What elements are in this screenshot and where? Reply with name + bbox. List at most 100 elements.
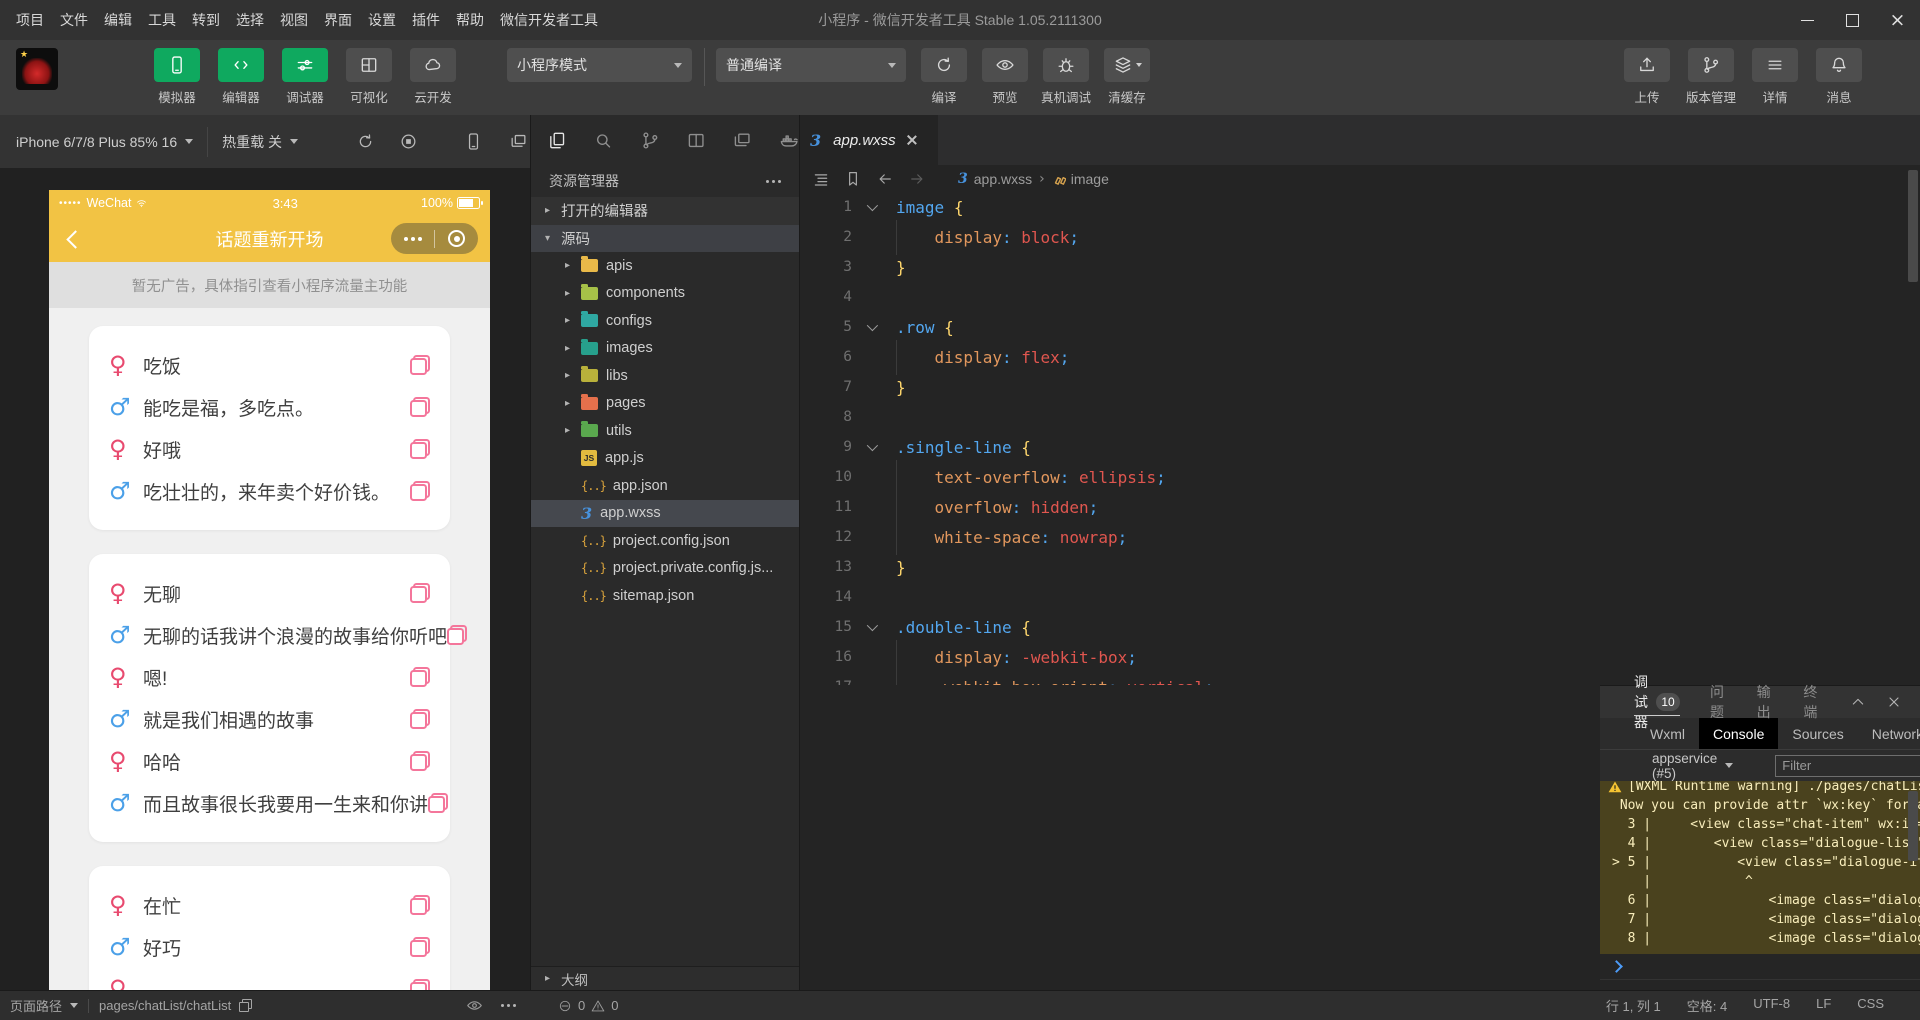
toolbar-button-phone[interactable]: 模拟器 bbox=[151, 40, 203, 106]
copy-icon[interactable] bbox=[447, 625, 468, 645]
tree-item-pages[interactable]: ▸ pages bbox=[531, 390, 799, 418]
menu-item[interactable]: 选择 bbox=[228, 0, 272, 40]
copy-icon[interactable] bbox=[410, 709, 430, 729]
menu-item[interactable]: 界面 bbox=[316, 0, 360, 40]
fold-chevron-icon[interactable] bbox=[852, 319, 890, 332]
tree-item-libs[interactable]: ▸ libs bbox=[531, 362, 799, 390]
tree-item-apis[interactable]: ▸ apis bbox=[531, 252, 799, 280]
encoding[interactable]: UTF-8 bbox=[1753, 996, 1790, 1015]
toolbar-button-lines[interactable]: 详情 bbox=[1749, 40, 1801, 106]
eye-icon[interactable] bbox=[466, 997, 483, 1014]
context-select[interactable]: appservice (#5) bbox=[1652, 751, 1734, 781]
menu-item[interactable]: 文件 bbox=[52, 0, 96, 40]
copy-icon[interactable] bbox=[410, 937, 430, 957]
open-editors-section[interactable]: ▸ 打开的编辑器 bbox=[531, 197, 799, 225]
refresh-icon[interactable] bbox=[356, 132, 375, 151]
editor-scrollbar[interactable] bbox=[1908, 170, 1918, 282]
close-tab-icon[interactable] bbox=[906, 134, 918, 146]
cursor-position[interactable]: 行 1, 列 1 bbox=[1606, 996, 1661, 1015]
menu-item[interactable]: 微信开发者工具 bbox=[492, 0, 606, 40]
menu-item[interactable]: 编辑 bbox=[96, 0, 140, 40]
tree-item-project.config.json[interactable]: {..} project.config.json bbox=[531, 527, 799, 555]
more-icon[interactable] bbox=[501, 1004, 516, 1007]
hot-reload-toggle[interactable]: 热重载 关 bbox=[222, 132, 299, 152]
status-problems[interactable]: 0 0 bbox=[530, 998, 800, 1013]
copy-icon[interactable] bbox=[428, 793, 449, 813]
collapse-panel-icon[interactable] bbox=[1850, 694, 1866, 710]
indent-setting[interactable]: 空格: 4 bbox=[1687, 996, 1727, 1015]
split-editor-icon[interactable] bbox=[686, 130, 706, 151]
devtools-tab-console[interactable]: Console bbox=[1699, 718, 1779, 749]
breadcrumb-symbol[interactable]: image bbox=[1071, 171, 1109, 187]
filter-input[interactable] bbox=[1775, 754, 1920, 777]
toolbar-button-eye[interactable]: 预览 bbox=[979, 40, 1031, 106]
device-select[interactable]: iPhone 6/7/8 Plus 85% 16 bbox=[0, 134, 194, 150]
fold-chevron-icon[interactable] bbox=[852, 439, 890, 452]
page-path-value[interactable]: pages/chatList/chatList bbox=[99, 998, 231, 1013]
menu-item[interactable]: 转到 bbox=[184, 0, 228, 40]
panel-tab-输出[interactable]: 输出 bbox=[1757, 684, 1774, 720]
nav-forward-icon[interactable] bbox=[908, 170, 926, 188]
panel-tab-问题[interactable]: 问题 bbox=[1710, 684, 1727, 720]
tree-item-images[interactable]: ▸ images bbox=[531, 335, 799, 363]
mode-select[interactable]: 小程序模式 bbox=[507, 48, 692, 82]
menu-item[interactable]: 设置 bbox=[360, 0, 404, 40]
tree-item-app.json[interactable]: {..} app.json bbox=[531, 472, 799, 500]
tab-app-wxss[interactable]: 3 app.wxss bbox=[800, 115, 938, 165]
copy-icon[interactable] bbox=[410, 439, 430, 459]
menu-item[interactable]: 视图 bbox=[272, 0, 316, 40]
toolbar-button-grid[interactable]: 可视化 bbox=[343, 40, 395, 106]
menu-item[interactable]: 帮助 bbox=[448, 0, 492, 40]
tree-item-app.js[interactable]: JS app.js bbox=[531, 445, 799, 473]
toolbar-button-cloud[interactable]: 云开发 bbox=[407, 40, 459, 106]
toolbar-button-layers[interactable]: 清缓存 bbox=[1101, 40, 1153, 106]
search-icon[interactable] bbox=[593, 130, 613, 151]
language-mode[interactable]: CSS bbox=[1857, 996, 1884, 1015]
fold-chevron-icon[interactable] bbox=[852, 619, 890, 632]
code-editor[interactable]: 1 image {2 display: block; 3} 4 5 .row {6 dis… bbox=[800, 192, 1906, 685]
compile-mode-select[interactable]: 普通编译 bbox=[716, 48, 906, 82]
console-output[interactable]: [WXML Runtime warning] ./pages/chatList/… bbox=[1600, 781, 1920, 990]
console-prompt[interactable] bbox=[1600, 954, 1920, 980]
tree-item-configs[interactable]: ▸ configs bbox=[531, 307, 799, 335]
toolbar-button-branch[interactable]: 版本管理 bbox=[1685, 40, 1737, 106]
close-button[interactable]: × bbox=[1875, 0, 1920, 40]
copy-icon[interactable] bbox=[410, 355, 430, 375]
breadcrumb-file[interactable]: app.wxss bbox=[974, 171, 1032, 187]
panel-tab-调试器[interactable]: 调试器 10 bbox=[1634, 674, 1680, 730]
toolbar-button-upload[interactable]: 上传 bbox=[1621, 40, 1673, 106]
menu-item[interactable]: 项目 bbox=[8, 0, 52, 40]
devtools-tab-network[interactable]: Network bbox=[1858, 718, 1920, 749]
maximize-button[interactable] bbox=[1830, 0, 1875, 40]
bookmark-icon[interactable] bbox=[844, 170, 862, 188]
toolbar-button-bug[interactable]: 真机调试 bbox=[1040, 40, 1092, 106]
toolbar-button-code[interactable]: 编辑器 bbox=[215, 40, 267, 106]
files-icon[interactable] bbox=[547, 130, 567, 151]
tree-item-sitemap.json[interactable]: {..} sitemap.json bbox=[531, 582, 799, 610]
tree-item-project.private.config.js...[interactable]: {..} project.private.config.js... bbox=[531, 555, 799, 583]
nav-back-icon[interactable] bbox=[876, 170, 894, 188]
eol-setting[interactable]: LF bbox=[1816, 996, 1831, 1015]
tree-item-app.wxss[interactable]: 3 app.wxss bbox=[531, 499, 799, 527]
panel-tab-终端[interactable]: 终端 bbox=[1803, 684, 1820, 720]
menu-item[interactable]: 插件 bbox=[404, 0, 448, 40]
fold-chevron-icon[interactable] bbox=[852, 199, 890, 212]
more-icon[interactable] bbox=[391, 236, 434, 241]
more-actions-icon[interactable] bbox=[766, 179, 781, 183]
menu-item[interactable]: 工具 bbox=[140, 0, 184, 40]
toolbar-button-sliders[interactable]: 调试器 bbox=[279, 40, 331, 106]
stop-icon[interactable] bbox=[399, 132, 418, 151]
git-branch-icon[interactable] bbox=[640, 130, 660, 151]
copy-icon[interactable] bbox=[410, 667, 430, 687]
console-scrollbar[interactable] bbox=[1908, 791, 1918, 861]
tree-item-components[interactable]: ▸ components bbox=[531, 280, 799, 308]
page-path-select[interactable]: 页面路径 bbox=[10, 996, 79, 1015]
copy-path-icon[interactable] bbox=[239, 999, 253, 1012]
outline-section[interactable]: ▸ 大纲 bbox=[531, 966, 799, 990]
outline-list-icon[interactable] bbox=[812, 170, 830, 188]
close-panel-icon[interactable] bbox=[1886, 694, 1902, 710]
window-stack-icon[interactable] bbox=[732, 130, 752, 151]
copy-icon[interactable] bbox=[410, 397, 430, 417]
toolbar-button-refresh[interactable]: 编译 bbox=[918, 40, 970, 106]
copy-icon[interactable] bbox=[410, 895, 430, 915]
